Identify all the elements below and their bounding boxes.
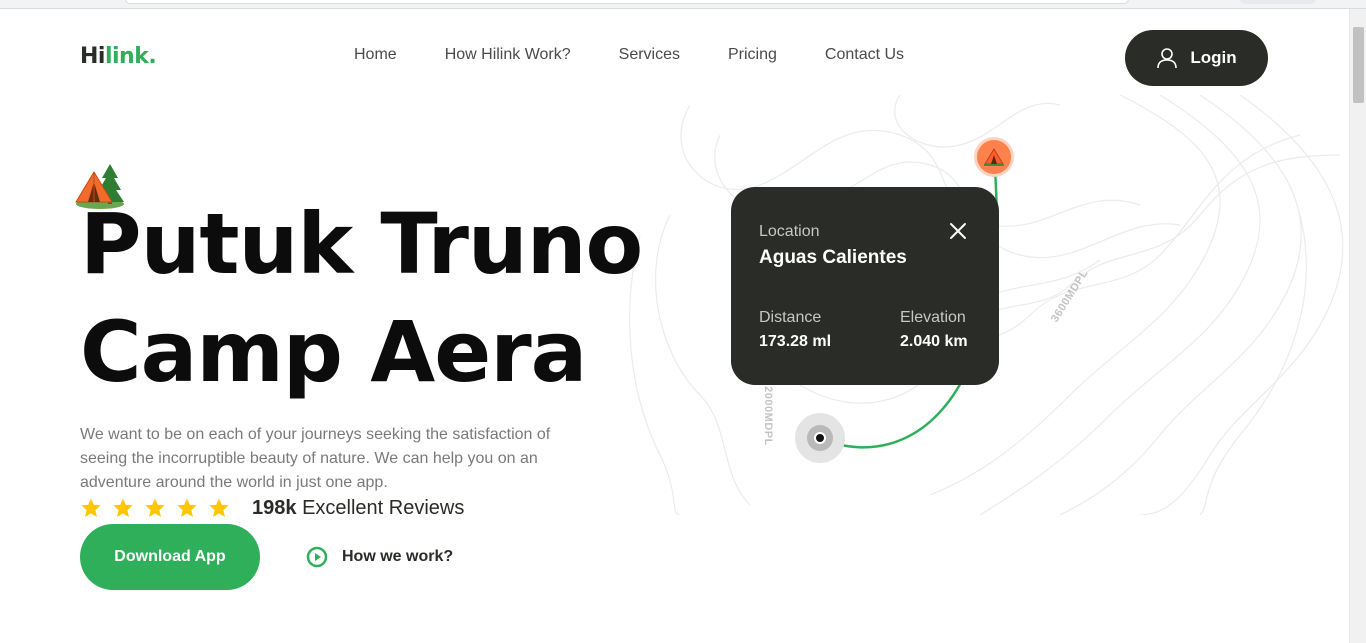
distance-value: 173.28 ml bbox=[759, 333, 832, 350]
login-label: Login bbox=[1190, 48, 1237, 67]
nav-item-home[interactable]: Home bbox=[354, 46, 397, 66]
hero-title: Putuk Truno Camp Aera bbox=[80, 190, 643, 406]
reviews-count: 198k bbox=[252, 497, 297, 519]
elevation-label: Elevation bbox=[900, 309, 966, 326]
origin-marker-dot bbox=[814, 432, 826, 444]
how-we-work-label: How we work? bbox=[342, 548, 454, 565]
star-icon bbox=[209, 498, 229, 517]
how-we-work-link[interactable]: How we work? bbox=[306, 546, 453, 568]
star-icon bbox=[81, 498, 101, 517]
hero-title-line-1: Putuk Truno bbox=[80, 195, 643, 293]
logo-text-green: link. bbox=[104, 44, 157, 69]
close-icon[interactable] bbox=[949, 222, 967, 240]
main-nav: Home How Hilink Work? Services Pricing C… bbox=[330, 46, 952, 66]
star-icon bbox=[177, 498, 197, 517]
elevation-value: 2.040 km bbox=[900, 333, 968, 350]
nav-item-how-it-works[interactable]: How Hilink Work? bbox=[445, 46, 571, 66]
distance-label: Distance bbox=[759, 309, 822, 326]
rating-stars bbox=[80, 497, 230, 519]
hero-description: We want to be on each of your journeys s… bbox=[80, 426, 551, 491]
hero-title-line-2: Camp Aera bbox=[80, 303, 587, 401]
play-icon bbox=[306, 546, 328, 568]
location-label: Location bbox=[759, 223, 820, 240]
location-card: Location Aguas Calientes Distance 173.28… bbox=[731, 187, 999, 385]
reviews-label: Excellent Reviews bbox=[302, 497, 465, 519]
nav-item-contact[interactable]: Contact Us bbox=[825, 46, 904, 66]
user-icon bbox=[1157, 48, 1178, 69]
download-app-button[interactable]: Download App bbox=[80, 524, 260, 590]
logo-text-dark: Hi bbox=[80, 44, 105, 69]
login-button[interactable]: Login bbox=[1125, 30, 1268, 86]
destination-pin[interactable] bbox=[974, 137, 1014, 177]
download-app-label: Download App bbox=[114, 548, 226, 565]
nav-item-services[interactable]: Services bbox=[619, 46, 680, 66]
browser-toolbar-button[interactable] bbox=[1240, 0, 1316, 4]
address-bar[interactable] bbox=[125, 0, 1129, 4]
origin-marker[interactable] bbox=[795, 413, 845, 463]
browser-top-strip bbox=[0, 0, 1366, 9]
star-icon bbox=[113, 498, 133, 517]
reviews-summary: 198k Excellent Reviews bbox=[252, 497, 464, 520]
site-logo[interactable]: Hilink. bbox=[80, 44, 157, 69]
nav-item-pricing[interactable]: Pricing bbox=[728, 46, 777, 66]
page-scrollbar[interactable] bbox=[1349, 9, 1366, 643]
contour-label-2000: 2000MDPL bbox=[761, 386, 774, 446]
star-icon bbox=[145, 498, 165, 517]
scrollbar-thumb[interactable] bbox=[1353, 27, 1364, 103]
location-name: Aguas Calientes bbox=[759, 247, 907, 268]
camp-tent-icon bbox=[984, 148, 1004, 166]
